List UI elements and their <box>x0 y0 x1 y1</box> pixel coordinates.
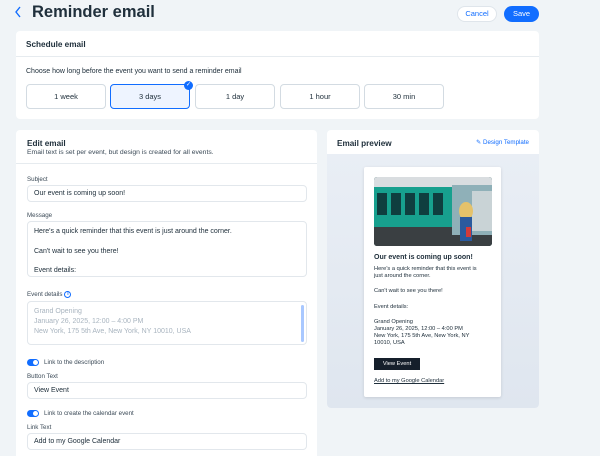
event-details-label: Event details i <box>27 291 72 299</box>
schedule-email-card: Schedule email Choose how long before th… <box>16 31 539 119</box>
design-template-label: Design Template <box>483 139 529 146</box>
google-calendar-link[interactable]: Add to my Google Calendar <box>374 378 444 384</box>
message-line: Here's a quick reminder that this event … <box>34 228 232 235</box>
option-1-day[interactable]: 1 day <box>195 84 275 109</box>
event-details-label-text: Event details <box>27 291 63 299</box>
button-text-label: Button Text <box>27 373 58 380</box>
divider <box>16 163 317 164</box>
schedule-description: Choose how long before the event you wan… <box>26 68 242 75</box>
subject-input[interactable]: Our event is coming up soon! <box>27 185 307 202</box>
message-line <box>34 237 300 247</box>
preview-title: Email preview <box>337 139 392 148</box>
email-text: 10010, USA <box>374 340 405 346</box>
email-text: just around the corner. <box>374 273 431 279</box>
page-header: Reminder email Cancel Save <box>0 0 600 28</box>
link-text-label: Link Text <box>27 424 52 431</box>
subject-label: Subject <box>27 176 48 183</box>
email-text: Can't wait to see you there! <box>374 288 443 294</box>
option-30-min[interactable]: 30 min <box>364 84 444 109</box>
chevron-left-icon[interactable] <box>14 6 26 20</box>
view-event-button[interactable]: View Event <box>374 358 420 370</box>
event-details-line: January 26, 2025, 12:00 – 4:00 PM <box>34 317 144 325</box>
email-heading: Our event is coming up soon! <box>374 254 473 261</box>
divider <box>16 56 539 57</box>
option-1-week[interactable]: 1 week <box>26 84 106 109</box>
calendar-link-label: Link to create the calendar event <box>44 410 134 417</box>
save-button[interactable]: Save <box>504 6 539 22</box>
message-label: Message <box>27 212 53 219</box>
event-photo <box>374 177 492 246</box>
toggle-knob <box>33 360 38 365</box>
option-1-hour[interactable]: 1 hour <box>280 84 360 109</box>
toggle-knob <box>33 411 38 416</box>
message-line: Event details: <box>34 267 77 275</box>
message-line <box>34 256 300 266</box>
cancel-button[interactable]: Cancel <box>457 6 497 22</box>
description-link-label: Link to the description <box>44 359 105 366</box>
button-text-input[interactable]: View Event <box>27 382 307 399</box>
email-preview: Our event is coming up soon! Here's a qu… <box>364 167 501 397</box>
event-details-textarea[interactable]: Grand Opening January 26, 2025, 12:00 – … <box>27 301 307 345</box>
event-details-line: New York, 175 5th Ave, New York, NY 1001… <box>34 327 191 335</box>
checkmark-icon: ✓ <box>184 81 193 90</box>
preview-area: Our event is coming up soon! Here's a qu… <box>327 154 539 408</box>
calendar-link-toggle[interactable] <box>27 410 39 417</box>
schedule-title: Schedule email <box>26 40 86 49</box>
edit-email-card: Edit email Email text is set per event, … <box>16 130 317 456</box>
option-3-days[interactable]: 3 days ✓ <box>110 81 193 109</box>
page-title: Reminder email <box>32 3 155 21</box>
message-line: Can't wait to see you there! <box>34 247 119 255</box>
description-link-toggle[interactable] <box>27 359 39 366</box>
edit-title: Edit email <box>27 139 66 148</box>
option-label: 3 days <box>138 92 162 101</box>
scrollbar[interactable] <box>301 305 304 342</box>
event-details-line: Grand Opening <box>34 308 82 315</box>
pencil-icon: ✎ <box>476 139 482 146</box>
link-text-input[interactable]: Add to my Google Calendar <box>27 433 307 450</box>
email-text: Event details: <box>374 304 409 310</box>
design-template-link[interactable]: ✎ Design Template <box>476 139 529 146</box>
message-textarea[interactable]: Here's a quick reminder that this event … <box>27 221 307 277</box>
edit-subtitle: Email text is set per event, but design … <box>27 149 214 156</box>
info-icon[interactable]: i <box>64 291 72 298</box>
email-preview-card: Email preview ✎ Design Template Our even… <box>327 130 539 408</box>
